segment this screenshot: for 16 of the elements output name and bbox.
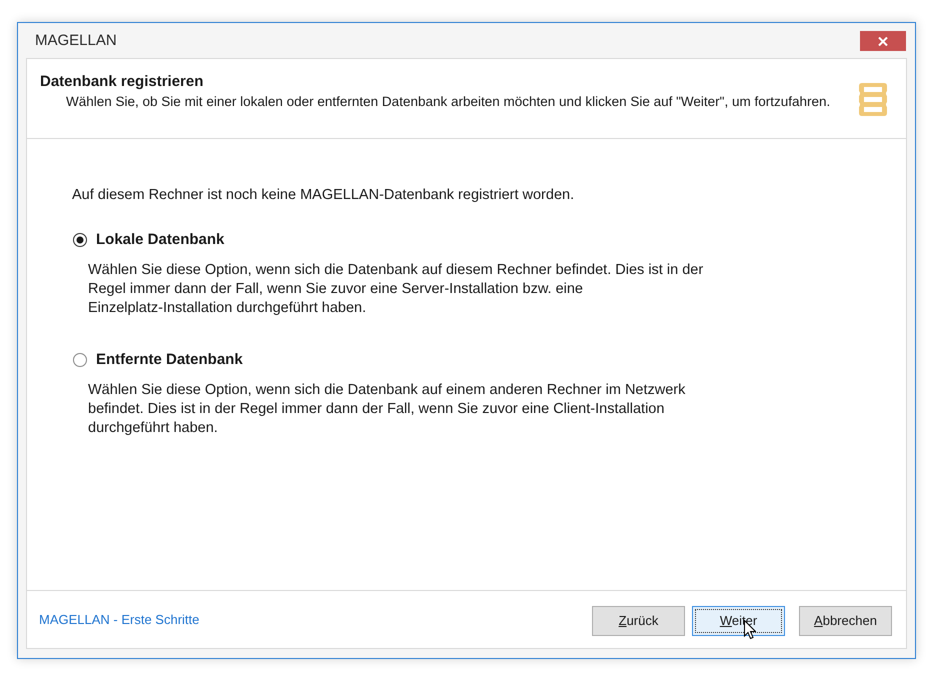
option-label[interactable]: Lokale Datenbank [96,231,224,248]
radio-button[interactable] [73,352,87,366]
database-icon [859,82,887,116]
wizard-button[interactable]: Abbrechen [799,606,892,636]
radio-button[interactable] [73,232,87,246]
wizard-button[interactable]: Zurück [592,606,685,636]
close-icon [878,36,888,46]
option-description: Wählen Sie diese Option, wenn sich die Datenbank auf diesem Rechner befindet. Dies ist in der Regel immer dann der Fall, wenn Sie zuvor eine Server-Installation bzw. eine Einzelplatz-Installation durchgeführt haben. [88,261,704,318]
help-link[interactable]: MAGELLAN - Erste Schritte [39,612,200,627]
option-description: Wählen Sie diese Option, wenn sich die Datenbank auf einem anderen Rechner im Netzwerk befindet. Dies ist in der Regel immer dann der Fall, wenn Sie zuvor eine Client-Installation durchgeführt haben. [88,381,686,438]
header-subtitle: Wählen Sie, ob Sie mit einer lokalen oder entfernten Datenbank arbeiten möchten und klicken Sie auf "Weiter", um fortzufahren. [65,93,830,111]
window-title: MAGELLAN [35,32,117,49]
close-button[interactable] [860,31,906,51]
header-title: Datenbank registrieren [40,73,204,91]
intro-text: Auf diesem Rechner ist noch keine MAGELLAN-Datenbank registriert worden. [72,187,576,204]
option-label[interactable]: Entfernte Datenbank [96,351,243,368]
